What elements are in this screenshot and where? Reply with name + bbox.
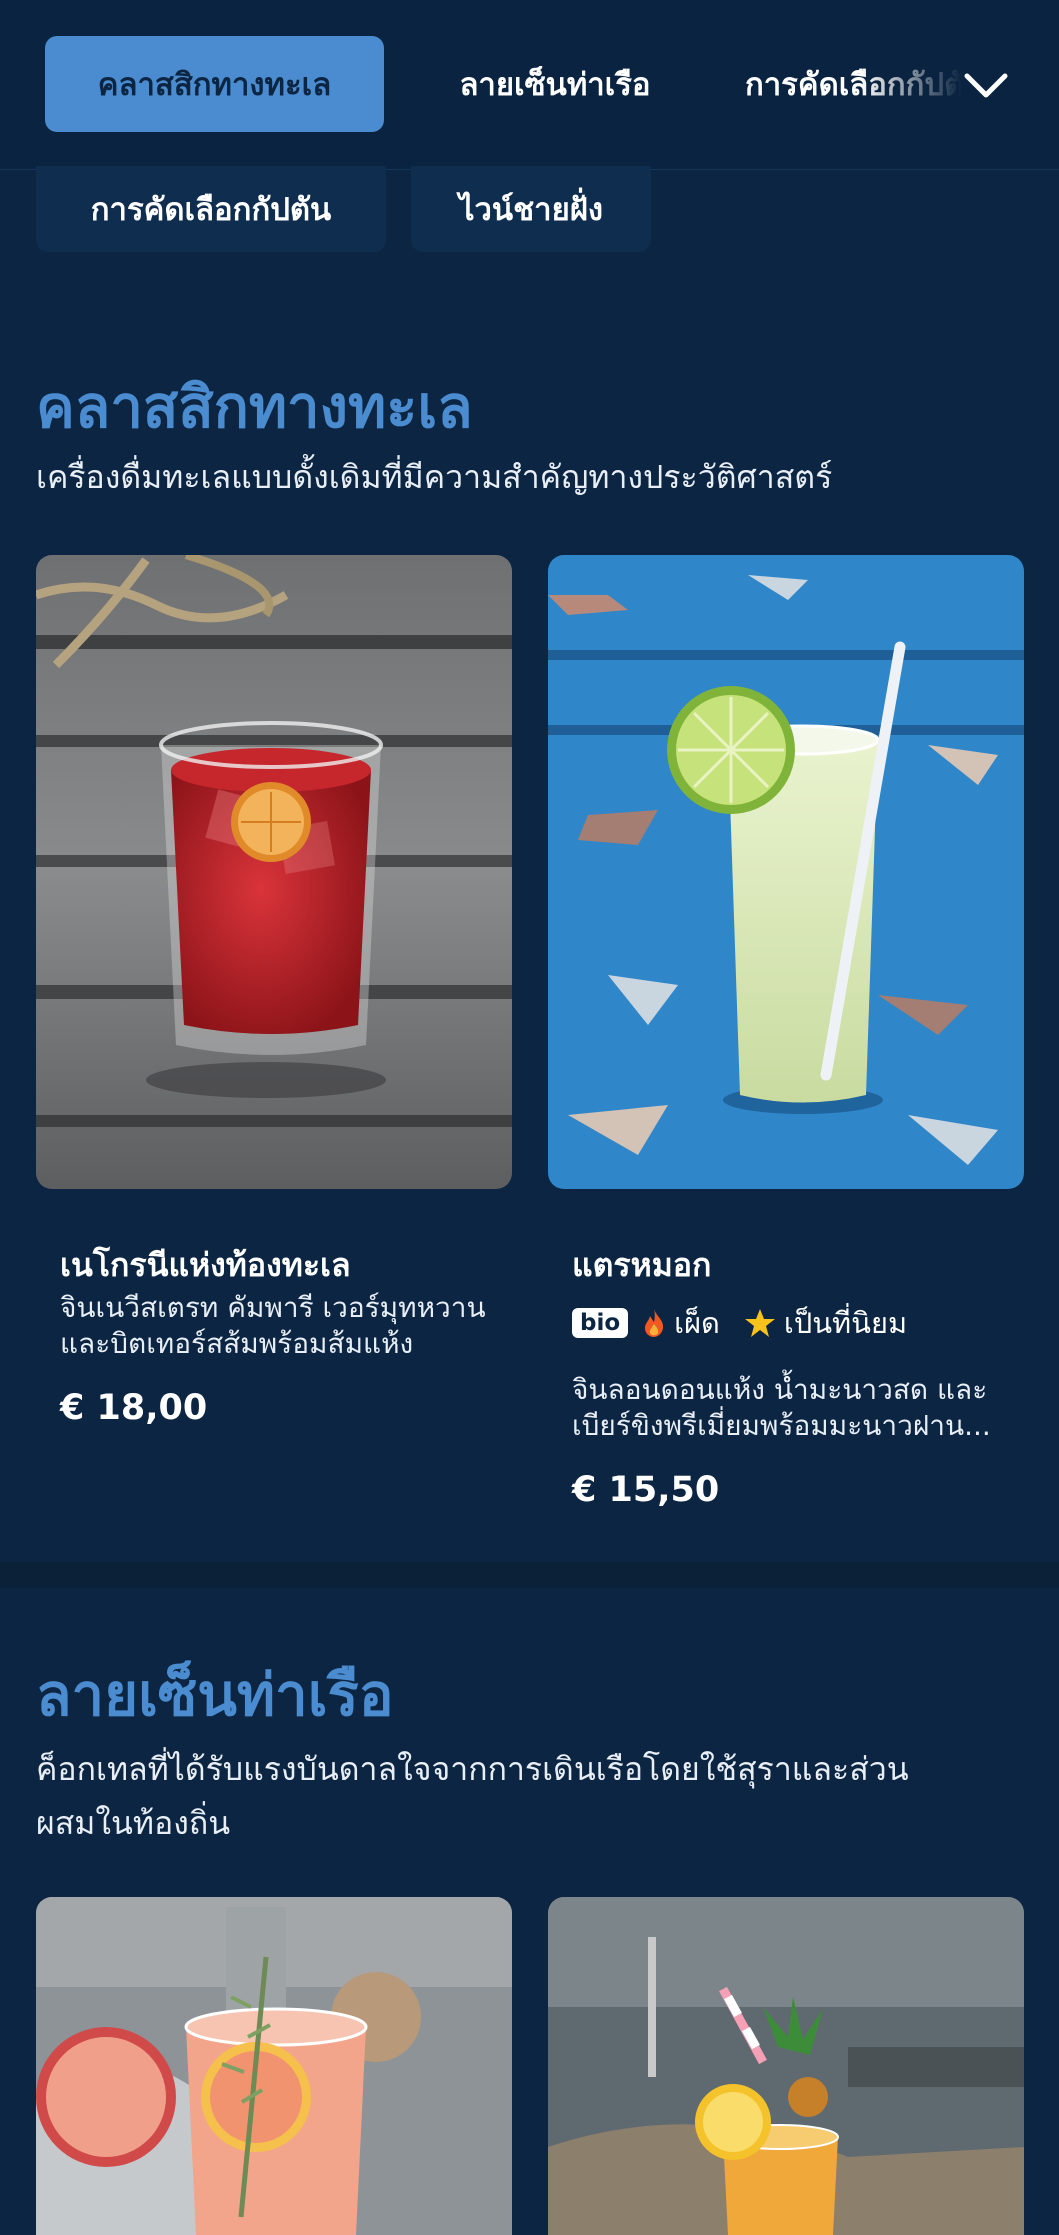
bio-badge: bio (572, 1308, 629, 1338)
section-description: ผสมในท้องถิ่น (36, 1804, 231, 1842)
section-description: ค็อกเทลที่ได้รับแรงบันดาลใจจากการเดินเรื… (36, 1750, 909, 1788)
item-price: € 18,00 (60, 1388, 208, 1428)
section-divider (0, 1562, 1059, 1588)
section-title-maritime-classics: คลาสสิกทางทะเล (36, 373, 473, 441)
negroni-photo[interactable] (36, 555, 512, 1189)
item-tags: bio เผ็ด เป็นที่นิยม (572, 1300, 907, 1346)
flame-icon (642, 1308, 666, 1338)
expand-tabs-button[interactable] (955, 55, 1017, 117)
section-description: เครื่องดื่มทะเลแบบดั้งเดิมที่มีความสำคัญ… (36, 458, 833, 496)
item-description: จินลอนดอนแห้ง น้ำมะนาวสด และ (572, 1373, 988, 1406)
item-description: เบียร์ขิงพรีเมี่ยมพร้อมมะนาวฝาน... (572, 1409, 991, 1442)
item-name: แตรหมอก (572, 1246, 712, 1284)
chip-coastal-wines[interactable]: ไวน์ชายฝั่ง (411, 166, 651, 252)
tab-captains-selection[interactable]: การคัดเลือกกัปตัน (745, 36, 975, 132)
tab-harbor-signatures[interactable]: ลายเซ็นท่าเรือ (420, 36, 690, 132)
grapefruit-cocktail-photo[interactable] (36, 1897, 512, 2235)
chip-captains-selection[interactable]: การคัดเลือกกัปตัน (36, 166, 386, 252)
item-name: เนโกรนีแห่งท้องทะเล (60, 1246, 351, 1284)
star-icon (744, 1308, 776, 1338)
section-title-harbor-signatures: ลายเซ็นท่าเรือ (36, 1661, 394, 1729)
item-price: € 15,50 (572, 1470, 720, 1510)
category-tab-bar: คลาสสิกทางทะเล ลายเซ็นท่าเรือ การคัดเลือ… (0, 0, 1059, 170)
popular-label: เป็นที่นิยม (783, 1306, 908, 1340)
foghorn-photo[interactable] (548, 555, 1024, 1189)
item-description: จินเนวีสเตรท คัมพารี เวอร์มุทหวาน (60, 1291, 486, 1324)
pineapple-cocktail-photo[interactable] (548, 1897, 1024, 2235)
spicy-label: เผ็ด (674, 1306, 720, 1340)
tab-maritime-classics[interactable]: คลาสสิกทางทะเล (45, 36, 384, 132)
chevron-down-icon (964, 73, 1008, 98)
item-description: และบิตเทอร์สส้มพร้อมส้มแห้ง (60, 1327, 414, 1360)
